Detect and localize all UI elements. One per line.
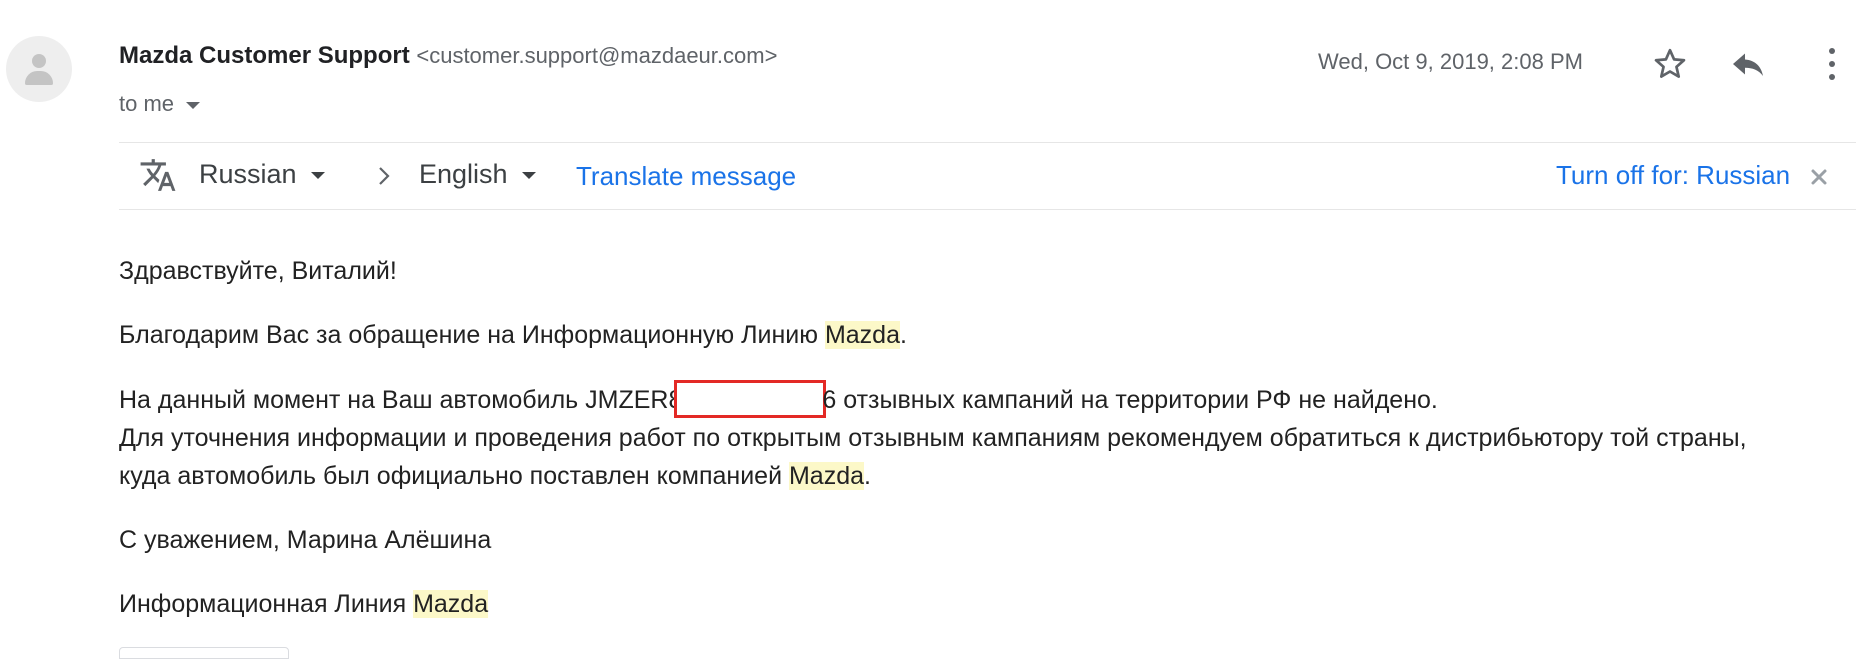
target-language-dropdown[interactable]: English xyxy=(419,159,536,190)
signoff-text: С уважением, Марина Алёшина xyxy=(119,526,492,554)
redaction-box xyxy=(674,380,827,418)
translate-bar: Russian English Translate message Turn o… xyxy=(119,142,1856,210)
vin-paragraph: На данный момент на Ваш автомобиль JMZER… xyxy=(119,380,1859,495)
greeting-paragraph: Здравствуйте, Виталий! xyxy=(119,252,1859,290)
sender-line: Mazda Customer Support <customer.support… xyxy=(119,42,777,70)
signature-paragraph: Информационная Линия Mazda xyxy=(119,585,1859,623)
message-body: Здравствуйте, Виталий! Благодарим Вас за… xyxy=(119,252,1859,649)
close-icon[interactable] xyxy=(1809,167,1829,187)
email-date: Wed, Oct 9, 2019, 2:08 PM xyxy=(1318,49,1583,74)
more-vertical-icon xyxy=(1829,48,1835,80)
brand-highlight: Mazda xyxy=(824,321,900,349)
chevron-right-icon xyxy=(379,167,390,185)
recipient-toggle[interactable]: to me xyxy=(119,91,201,117)
greeting-text: Здравствуйте, Виталий! xyxy=(119,257,397,285)
sender-email: <customer.support@mazdaeur.com> xyxy=(416,43,778,68)
target-language-label: English xyxy=(419,159,508,189)
delivery-text: куда автомобиль был официально поставлен… xyxy=(119,462,789,490)
brand-highlight: Mazda xyxy=(788,462,865,490)
chevron-down-icon xyxy=(186,101,201,109)
vin-suffix-text: 6 отзывных кампаний на территории РФ не … xyxy=(822,386,1438,414)
punctuation: . xyxy=(900,321,907,349)
chevron-down-icon xyxy=(310,172,325,179)
sender-name[interactable]: Mazda Customer Support xyxy=(119,42,410,69)
translate-icon xyxy=(140,159,176,191)
attachment-card-edge[interactable] xyxy=(119,647,289,659)
source-language-label: Russian xyxy=(199,159,297,189)
star-outline-icon xyxy=(1654,48,1686,78)
vin-prefix-text: На данный момент на Ваш автомобиль JMZER… xyxy=(119,386,683,414)
recommendation-text: Для уточнения информации и проведения ра… xyxy=(119,424,1747,452)
avatar-head-shape xyxy=(32,54,46,68)
punctuation: . xyxy=(864,462,871,490)
star-button[interactable] xyxy=(1652,46,1688,87)
reply-icon xyxy=(1733,53,1763,76)
turn-off-translation-link[interactable]: Turn off for: Russian xyxy=(1556,160,1790,191)
signoff-paragraph: С уважением, Марина Алёшина xyxy=(119,521,1859,559)
recipient-label: to me xyxy=(119,91,175,116)
sender-avatar[interactable] xyxy=(6,36,72,102)
chevron-down-icon xyxy=(521,172,536,179)
thanks-text: Благодарим Вас за обращение на Информаци… xyxy=(119,321,825,349)
reply-button[interactable] xyxy=(1730,49,1766,84)
more-options-button[interactable] xyxy=(1826,47,1838,86)
source-language-dropdown[interactable]: Russian xyxy=(199,159,325,190)
thanks-paragraph: Благодарим Вас за обращение на Информаци… xyxy=(119,316,1859,354)
avatar-body-shape xyxy=(25,71,53,85)
brand-highlight: Mazda xyxy=(413,590,489,618)
translate-message-link[interactable]: Translate message xyxy=(576,161,796,192)
signature-text: Информационная Линия xyxy=(119,590,414,618)
